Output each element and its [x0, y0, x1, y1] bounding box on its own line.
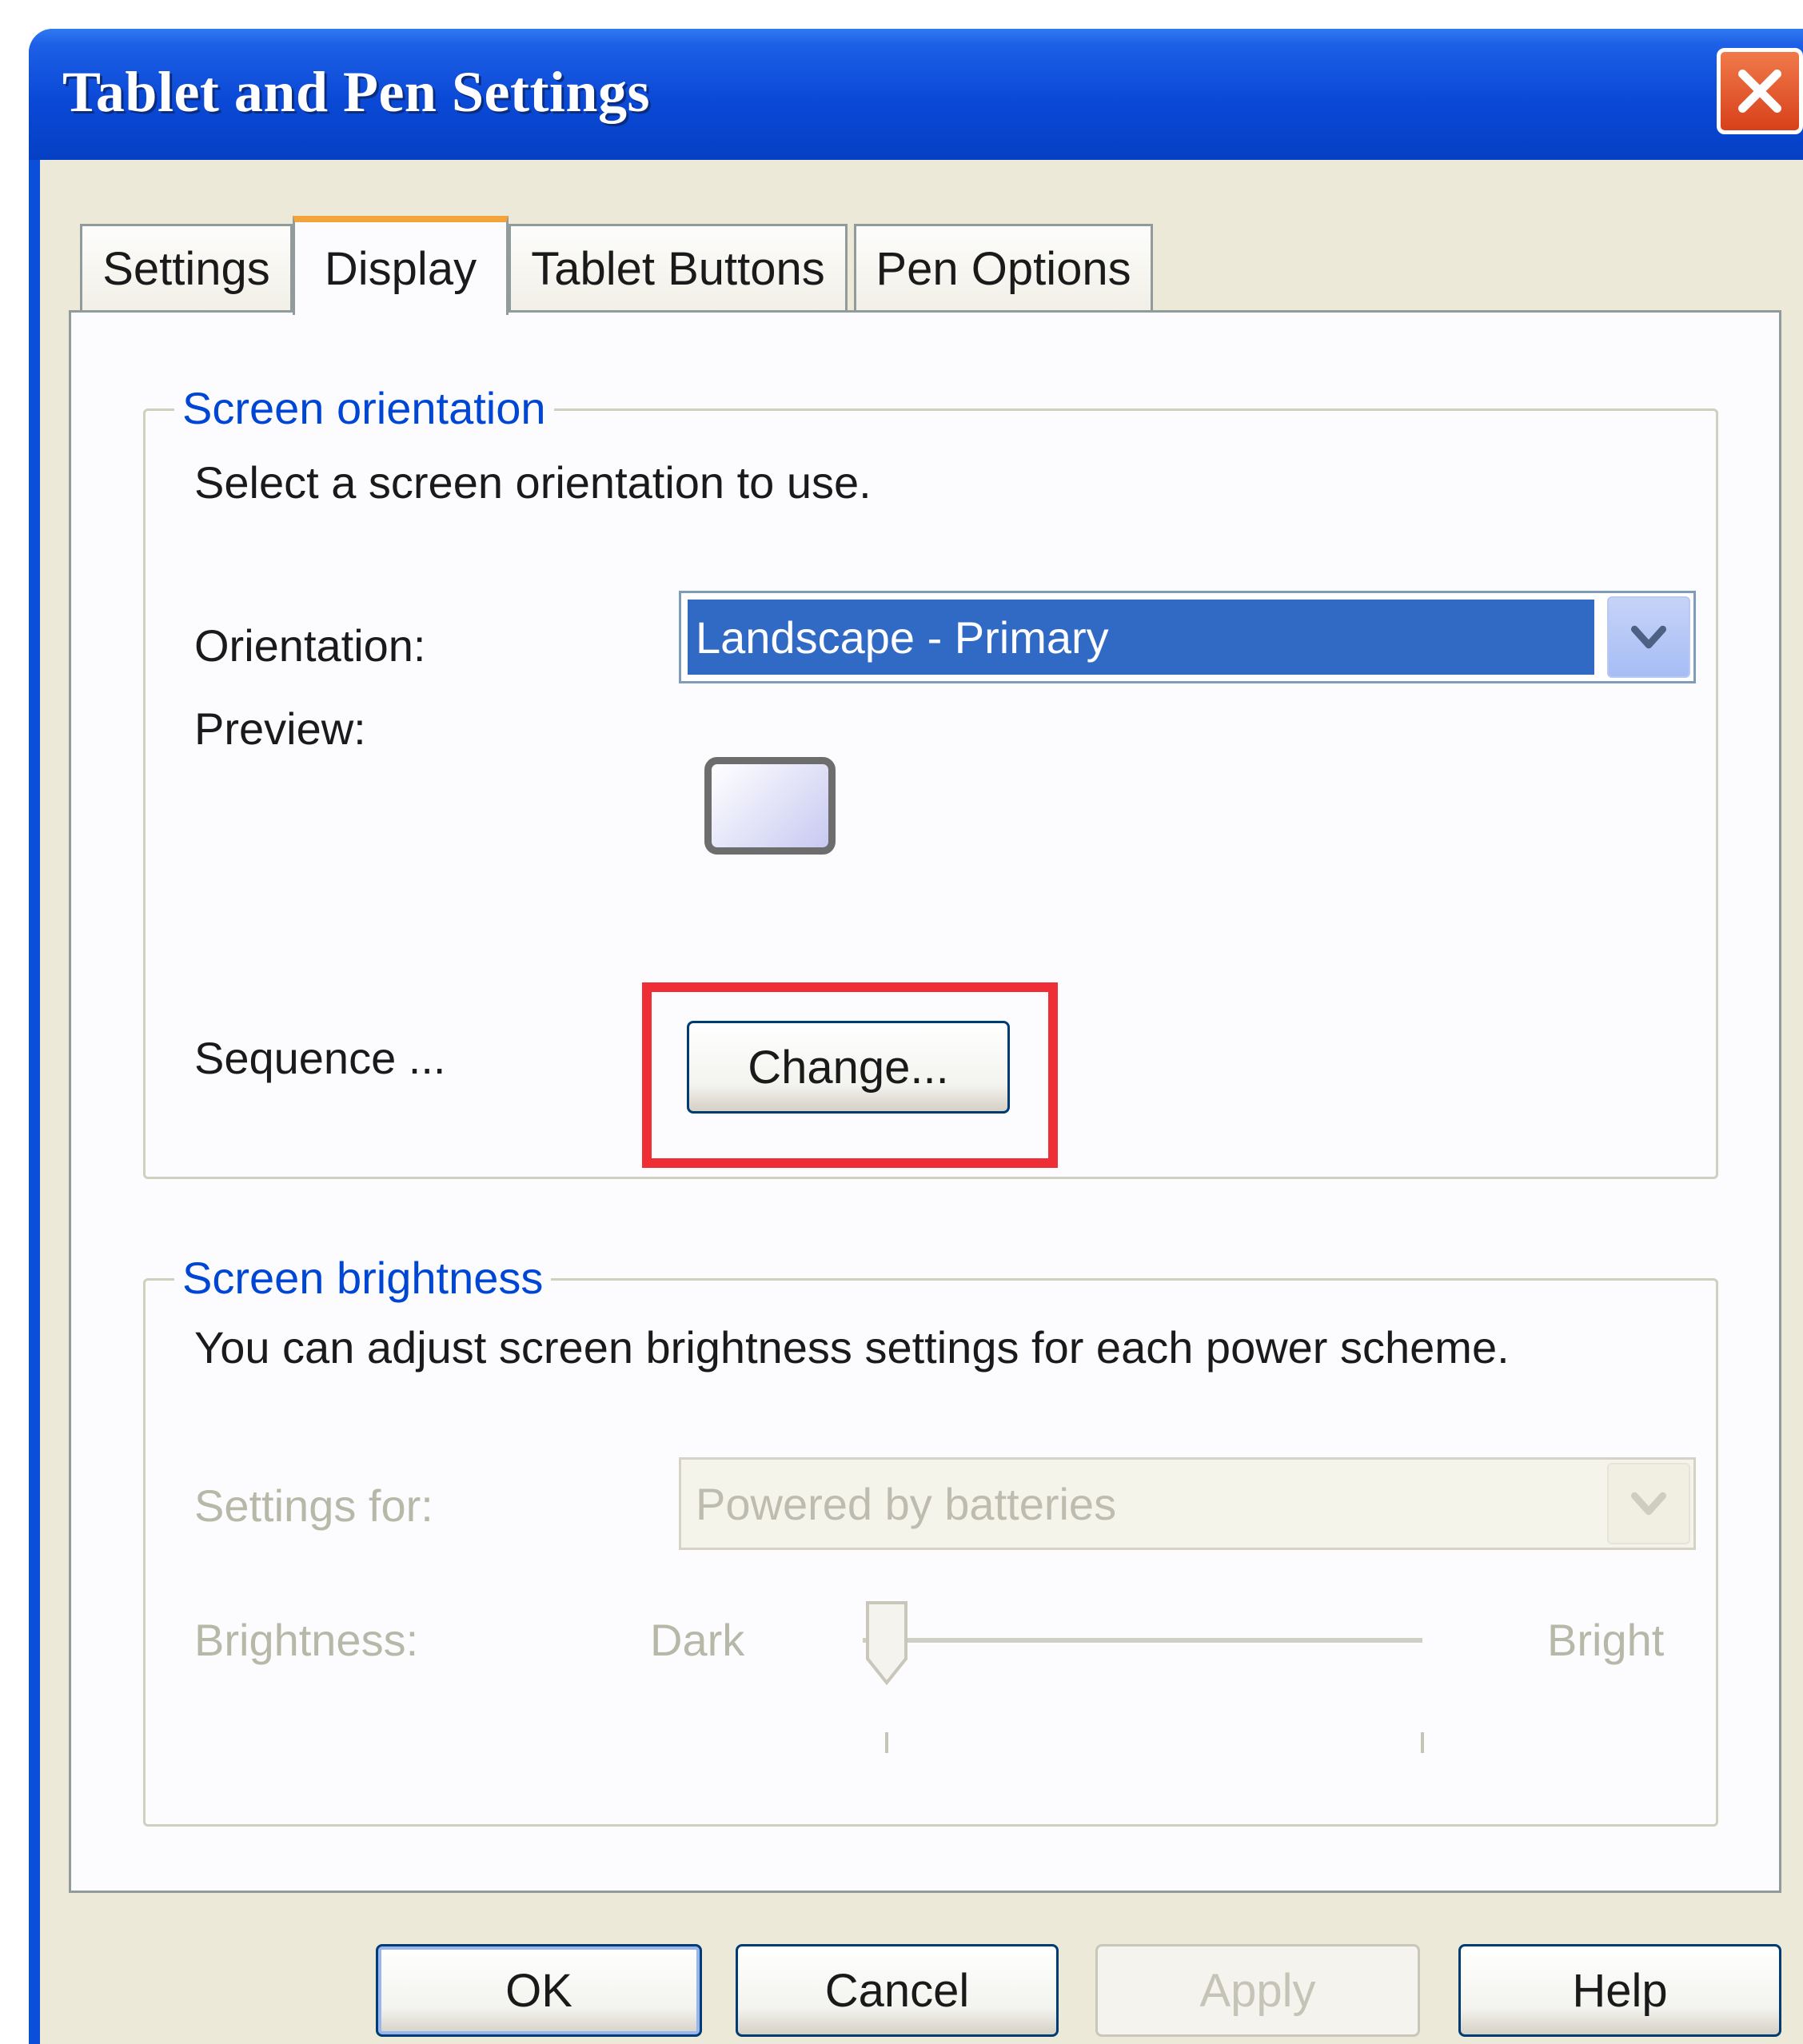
tab-settings[interactable]: Settings	[80, 224, 293, 312]
preview-label: Preview:	[194, 703, 366, 754]
display-tab-panel: Screen orientation Select a screen orien…	[69, 310, 1781, 1893]
dialog-window: Tablet and Pen Settings Settings Display…	[29, 29, 1803, 2044]
brightness-slider-track[interactable]	[863, 1638, 1422, 1644]
apply-button[interactable]: Apply	[1095, 1944, 1420, 2037]
tab-display[interactable]: Display	[293, 216, 509, 315]
orientation-dropdown[interactable]: Landscape - Primary	[679, 591, 1696, 683]
tab-label: Display	[324, 242, 477, 295]
slider-tick	[885, 1732, 888, 1753]
dropdown-arrow-button[interactable]	[1607, 1463, 1690, 1544]
bright-label: Bright	[1547, 1615, 1665, 1665]
cancel-button[interactable]: Cancel	[736, 1944, 1059, 2037]
orientation-selected-value: Landscape - Primary	[688, 600, 1594, 675]
dark-label: Dark	[650, 1615, 745, 1665]
sequence-label: Sequence ...	[194, 1033, 446, 1083]
group-title: Screen brightness	[174, 1252, 552, 1304]
power-scheme-selected-value: Powered by batteries	[696, 1478, 1117, 1529]
window-title: Tablet and Pen Settings	[62, 60, 650, 124]
slider-thumb-icon[interactable]	[863, 1600, 911, 1687]
power-scheme-dropdown[interactable]: Powered by batteries	[679, 1457, 1696, 1550]
button-label: Help	[1572, 1964, 1668, 2017]
dialog-client-area: Settings Display Tablet Buttons Pen Opti…	[40, 160, 1803, 2044]
button-label: OK	[505, 1964, 572, 2017]
close-button[interactable]	[1717, 48, 1803, 134]
group-title: Screen orientation	[174, 382, 554, 434]
tab-tablet-buttons[interactable]: Tablet Buttons	[509, 224, 848, 312]
title-bar[interactable]: Tablet and Pen Settings	[29, 29, 1803, 160]
button-label: Cancel	[824, 1964, 970, 2017]
tab-label: Settings	[102, 243, 270, 295]
settings-for-label: Settings for:	[194, 1480, 433, 1531]
dropdown-arrow-button[interactable]	[1607, 596, 1690, 678]
highlight-box	[642, 982, 1058, 1168]
chevron-down-icon	[1630, 625, 1667, 649]
brightness-label: Brightness:	[194, 1615, 419, 1665]
slider-tick	[1421, 1732, 1424, 1753]
tab-label: Pen Options	[876, 243, 1131, 295]
ok-button[interactable]: OK	[376, 1944, 702, 2037]
brightness-description: You can adjust screen brightness setting…	[194, 1322, 1510, 1373]
tab-label: Tablet Buttons	[531, 243, 825, 295]
help-button[interactable]: Help	[1458, 1944, 1781, 2037]
orientation-label: Orientation:	[194, 620, 426, 671]
chevron-down-icon	[1630, 1492, 1667, 1516]
close-x-icon	[1738, 70, 1781, 113]
tab-pen-options[interactable]: Pen Options	[854, 224, 1153, 312]
button-label: Apply	[1199, 1964, 1316, 2017]
tab-strip: Settings Display Tablet Buttons Pen Opti…	[40, 160, 1803, 315]
orientation-preview-image	[704, 757, 836, 855]
orientation-description: Select a screen orientation to use.	[194, 457, 872, 508]
